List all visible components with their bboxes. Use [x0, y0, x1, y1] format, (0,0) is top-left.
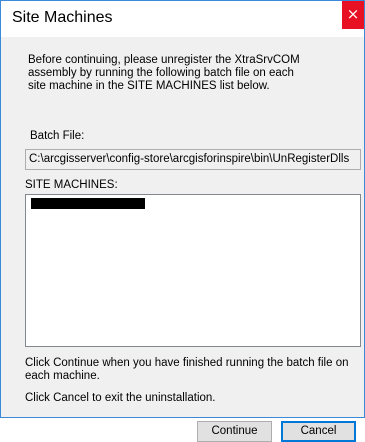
batch-file-label: Batch File: [30, 130, 85, 142]
batch-file-field[interactable]: C:\arcgisserver\config-store\arcgisforin… [25, 149, 361, 170]
cancel-button[interactable]: Cancel [281, 421, 356, 442]
redacted-machine-item[interactable] [31, 198, 145, 209]
title-bar: Site Machines × [1, 1, 364, 37]
continue-instruction: Click Continue when you have finished ru… [25, 357, 349, 382]
site-machines-label: SITE MACHINES: [25, 179, 118, 191]
dialog-content: Before continuing, please unregister the… [1, 37, 364, 442]
window-title: Site Machines [12, 9, 113, 26]
cancel-instruction: Click Cancel to exit the uninstallation. [25, 392, 216, 404]
site-machines-list[interactable] [25, 194, 361, 347]
close-button[interactable]: × [342, 1, 364, 29]
continue-button[interactable]: Continue [197, 421, 272, 442]
intro-text: Before continuing, please unregister the… [28, 54, 300, 92]
site-machines-dialog: Site Machines × Before continuing, pleas… [0, 0, 365, 442]
